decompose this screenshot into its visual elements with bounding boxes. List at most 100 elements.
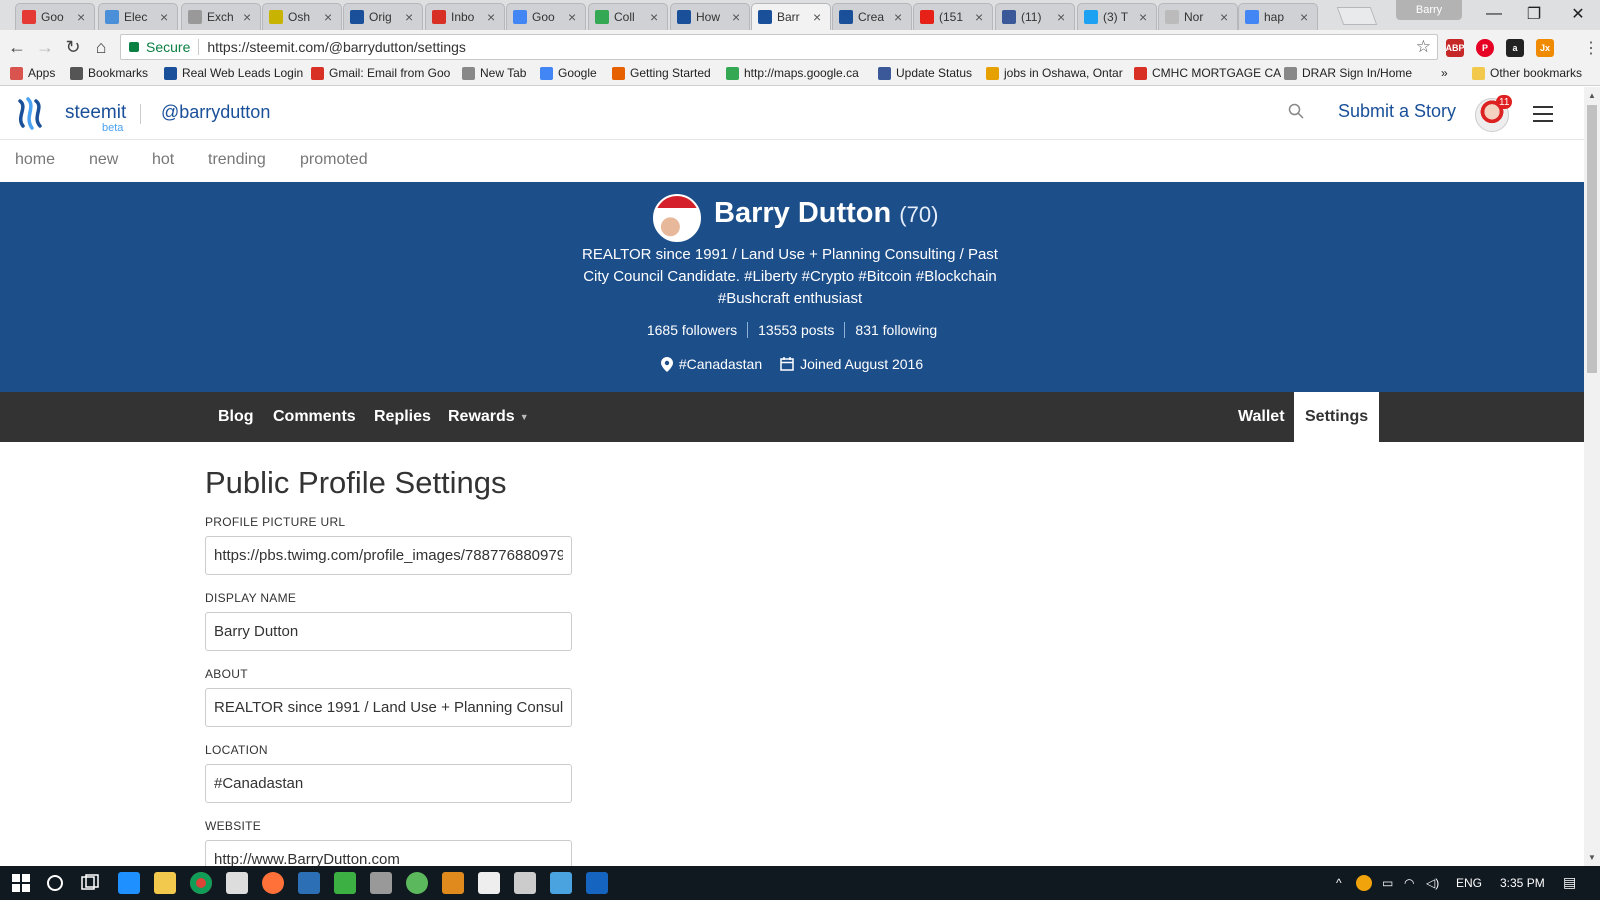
volume-icon[interactable]: ◁) <box>1426 876 1439 890</box>
bookmark-item[interactable]: Gmail: Email from Goo <box>311 66 450 80</box>
browser-tab[interactable]: Exch × <box>181 3 261 30</box>
tab-close-icon[interactable]: × <box>160 9 168 25</box>
browser-tab[interactable]: Elec × <box>98 3 178 30</box>
tab-close-icon[interactable]: × <box>1139 9 1147 25</box>
battery-icon[interactable]: ▭ <box>1382 876 1393 890</box>
address-bar[interactable]: Secure https://steemit.com/@barrydutton/… <box>120 34 1438 60</box>
browser-tab[interactable]: Inbo × <box>425 3 505 30</box>
bookmark-item[interactable]: New Tab <box>462 66 526 80</box>
tab-close-icon[interactable]: × <box>77 9 85 25</box>
browser-tab[interactable]: (151 × <box>913 3 993 30</box>
bookmark-star-icon[interactable]: ☆ <box>1416 37 1431 57</box>
file-explorer-icon[interactable] <box>154 872 176 894</box>
tab-replies[interactable]: Replies <box>374 392 431 442</box>
bookmark-item[interactable]: CMHC MORTGAGE CA <box>1134 66 1281 80</box>
bookmark-item[interactable]: Bookmarks <box>70 66 148 80</box>
bookmark-item[interactable]: jobs in Oshawa, Ontar <box>986 66 1123 80</box>
chrome-menu-icon[interactable]: ⋮ <box>1583 38 1599 58</box>
tab-rewards[interactable]: Rewards ▼ <box>448 392 529 442</box>
task-view-icon[interactable] <box>79 872 101 894</box>
scrollbar-thumb[interactable] <box>1587 105 1597 373</box>
tab-close-icon[interactable]: × <box>1057 9 1065 25</box>
tab-close-icon[interactable]: × <box>894 9 902 25</box>
bookmarks-overflow[interactable]: » <box>1441 66 1448 80</box>
nav-new[interactable]: new <box>89 151 118 169</box>
tab-wallet[interactable]: Wallet <box>1238 392 1285 442</box>
submit-story-link[interactable]: Submit a Story <box>1338 101 1456 122</box>
browser-tab[interactable]: Coll × <box>588 3 668 30</box>
app-icon[interactable] <box>370 872 392 894</box>
browser-tab[interactable]: Crea × <box>832 3 912 30</box>
tab-close-icon[interactable]: × <box>1220 9 1228 25</box>
windows-start-icon[interactable] <box>10 872 32 894</box>
app-icon[interactable] <box>406 872 428 894</box>
hamburger-menu-icon[interactable] <box>1533 106 1553 122</box>
browser-tab[interactable]: Goo × <box>15 3 95 30</box>
tab-close-icon[interactable]: × <box>405 9 413 25</box>
profile-picture-input[interactable] <box>205 536 572 575</box>
tab-close-icon[interactable]: × <box>732 9 740 25</box>
tab-close-icon[interactable]: × <box>568 9 576 25</box>
browser-profile-button[interactable]: Barry <box>1396 0 1462 20</box>
tab-close-icon[interactable]: × <box>813 9 821 25</box>
pinterest-extension-icon[interactable]: P <box>1476 39 1494 57</box>
tray-app-icon[interactable] <box>1356 875 1372 891</box>
store-icon[interactable] <box>226 872 248 894</box>
steemit-logo-icon[interactable] <box>14 95 50 131</box>
bookmark-item[interactable]: http://maps.google.ca <box>726 66 859 80</box>
steemit-brand[interactable]: steemit <box>65 102 126 124</box>
bookmark-item[interactable]: Update Status <box>878 66 972 80</box>
tab-blog[interactable]: Blog <box>218 392 254 442</box>
chrome-icon[interactable] <box>190 872 212 894</box>
display-name-input[interactable] <box>205 612 572 651</box>
tray-chevron-icon[interactable]: ^ <box>1336 876 1342 890</box>
clock[interactable]: 3:35 PM <box>1500 876 1545 890</box>
browser-tab[interactable]: (3) T × <box>1077 3 1157 30</box>
location-input[interactable] <box>205 764 572 803</box>
scroll-up-icon[interactable]: ▲ <box>1588 91 1596 100</box>
browser-tab[interactable]: Barr × <box>751 3 831 30</box>
bookmark-item[interactable]: DRAR Sign In/Home <box>1284 66 1412 80</box>
followers-count[interactable]: 1685 followers <box>637 322 747 338</box>
bookmark-item[interactable]: Google <box>540 66 597 80</box>
browser-tab[interactable]: Osh × <box>262 3 342 30</box>
app-icon[interactable] <box>550 872 572 894</box>
restore-icon[interactable]: ❐ <box>1512 0 1556 28</box>
following-count[interactable]: 831 following <box>844 322 947 338</box>
app-icon[interactable] <box>334 872 356 894</box>
adblock-extension-icon[interactable]: ABP <box>1446 39 1465 57</box>
header-username[interactable]: @barrydutton <box>161 102 270 123</box>
nav-promoted[interactable]: promoted <box>300 151 368 169</box>
search-icon[interactable] <box>1288 103 1304 119</box>
back-icon[interactable]: ← <box>6 36 28 58</box>
language-indicator[interactable]: ENG <box>1456 876 1482 890</box>
tab-close-icon[interactable]: × <box>243 9 251 25</box>
browser-tab[interactable]: Orig × <box>343 3 423 30</box>
scroll-down-icon[interactable]: ▼ <box>1588 853 1596 862</box>
home-icon[interactable]: ⌂ <box>90 36 112 58</box>
tab-settings[interactable]: Settings <box>1294 392 1380 442</box>
browser-tab[interactable]: Goo × <box>506 3 586 30</box>
photos-icon[interactable] <box>514 872 536 894</box>
nav-home[interactable]: home <box>15 151 55 169</box>
wifi-icon[interactable]: ◠ <box>1404 876 1414 890</box>
browser-tab[interactable]: hap × <box>1238 3 1318 30</box>
tab-close-icon[interactable]: × <box>324 9 332 25</box>
cortana-icon[interactable] <box>44 872 66 894</box>
bookmark-item[interactable]: Apps <box>10 66 55 80</box>
action-center-icon[interactable]: ▤ <box>1563 874 1576 891</box>
app-icon[interactable] <box>442 872 464 894</box>
firefox-icon[interactable] <box>262 872 284 894</box>
edge-icon[interactable] <box>118 872 140 894</box>
forward-icon[interactable]: → <box>34 36 56 58</box>
tab-close-icon[interactable]: × <box>975 9 983 25</box>
other-bookmarks[interactable]: Other bookmarks <box>1472 66 1582 80</box>
reload-icon[interactable]: ↻ <box>62 36 84 58</box>
app-icon[interactable] <box>298 872 320 894</box>
amazon-extension-icon[interactable]: a <box>1506 39 1524 57</box>
jx-extension-icon[interactable]: Jx <box>1536 39 1554 57</box>
browser-tab[interactable]: (11) × <box>995 3 1075 30</box>
browser-tab[interactable]: Nor × <box>1158 3 1238 30</box>
nav-hot[interactable]: hot <box>152 151 174 169</box>
new-tab-button[interactable] <box>1336 7 1378 25</box>
